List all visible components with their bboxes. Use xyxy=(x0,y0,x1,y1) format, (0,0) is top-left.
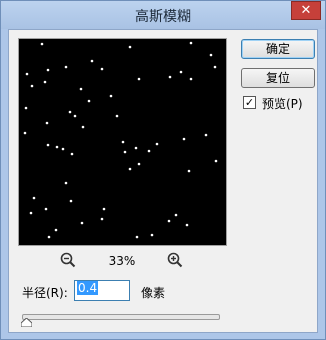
dialog-title: 高斯模糊 xyxy=(135,9,191,25)
reset-button[interactable]: 复位 xyxy=(241,68,315,88)
zoom-in-icon[interactable] xyxy=(167,252,183,268)
dialog-body: 确定 复位 ✓ 预览(P) 33% 半径(R): 0.4 像素 xyxy=(8,29,318,333)
gaussian-blur-dialog: 高斯模糊 ✕ 确定 复位 ✓ 预览(P) 33% 半径(R): 0.4 像素 xyxy=(0,0,326,340)
radius-label: 半径(R): xyxy=(22,286,68,300)
radius-unit-label: 像素 xyxy=(141,286,166,300)
close-button[interactable]: ✕ xyxy=(291,1,321,20)
zoom-level: 33% xyxy=(108,254,136,268)
preview-canvas xyxy=(19,39,226,245)
title-bar[interactable]: 高斯模糊 ✕ xyxy=(1,1,325,29)
radius-slider-thumb[interactable] xyxy=(21,318,32,327)
preview-label[interactable]: 预览(P) xyxy=(262,95,303,112)
radius-input[interactable]: 0.4 xyxy=(74,280,130,301)
radius-slider-track[interactable] xyxy=(22,314,220,320)
radius-value: 0.4 xyxy=(77,281,99,295)
preview-image[interactable] xyxy=(18,38,227,246)
zoom-out-icon[interactable] xyxy=(60,252,76,268)
ok-button[interactable]: 确定 xyxy=(241,39,315,59)
preview-checkbox[interactable]: ✓ xyxy=(243,96,256,109)
check-icon: ✓ xyxy=(244,96,255,109)
